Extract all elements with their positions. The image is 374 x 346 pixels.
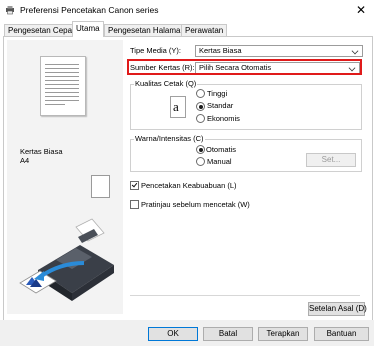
- grayscale-checkbox[interactable]: [130, 181, 139, 190]
- color-auto-radio[interactable]: [196, 145, 205, 154]
- quality-preview-icon: a: [170, 96, 186, 118]
- color-manual-radio[interactable]: [196, 157, 205, 166]
- close-icon[interactable]: ✕: [352, 2, 370, 18]
- media-type-select[interactable]: Kertas Biasa: [195, 45, 363, 57]
- paper-preview: [40, 56, 86, 116]
- preview-media-name: Kertas Biasa: [20, 147, 63, 156]
- tab-label: Perawatan: [185, 26, 224, 35]
- title-bar: Preferensi Pencetakan Canon series ✕: [0, 0, 374, 20]
- help-button[interactable]: Bantuan: [314, 327, 369, 341]
- media-type-value: Kertas Biasa: [199, 46, 242, 55]
- quality-icon-glyph: a: [173, 99, 179, 114]
- media-type-label: Tipe Media (Y):: [130, 46, 181, 55]
- quality-high-label: Tinggi: [207, 89, 228, 98]
- print-quality-group: [130, 84, 362, 130]
- quality-standard-label: Standar: [207, 101, 234, 110]
- preview-before-print-label: Pratinjau sebelum mencetak (W): [141, 200, 250, 209]
- quality-high-radio[interactable]: [196, 89, 205, 98]
- color-set-button[interactable]: Set...: [306, 153, 356, 167]
- color-manual-label: Manual: [207, 157, 232, 166]
- color-intensity-legend: Warna/Intensitas (C): [134, 134, 205, 143]
- preview-before-print-checkbox[interactable]: [130, 200, 139, 209]
- apply-button[interactable]: Terapkan: [258, 327, 308, 341]
- quality-economy-radio[interactable]: [196, 114, 205, 123]
- quality-standard-radio[interactable]: [196, 102, 205, 111]
- print-quality-legend: Kualitas Cetak (Q): [134, 79, 198, 88]
- color-auto-label: Otomatis: [206, 145, 237, 154]
- tab-label: Utama: [76, 24, 100, 33]
- paper-orientation-icon: [91, 175, 110, 198]
- defaults-button[interactable]: Setelan Asal (D): [308, 302, 367, 316]
- window-title: Preferensi Pencetakan Canon series: [20, 5, 159, 15]
- quality-economy-label: Ekonomis: [207, 114, 240, 123]
- chevron-down-icon: [351, 47, 359, 55]
- tab-label: Pengesetan Halaman: [108, 26, 185, 35]
- ok-button[interactable]: OK: [148, 327, 198, 341]
- grayscale-label: Pencetakan Keabuabuan (L): [141, 181, 237, 190]
- tab-label: Pengesetan Cepat: [8, 26, 75, 35]
- tab-main[interactable]: Utama: [72, 21, 104, 37]
- preview-media-size: A4: [20, 156, 30, 165]
- cancel-button[interactable]: Batal: [203, 327, 253, 341]
- divider: [130, 295, 360, 296]
- highlight-box: [127, 59, 362, 75]
- printer-app-icon: [6, 6, 14, 15]
- printer-illustration: [19, 218, 114, 301]
